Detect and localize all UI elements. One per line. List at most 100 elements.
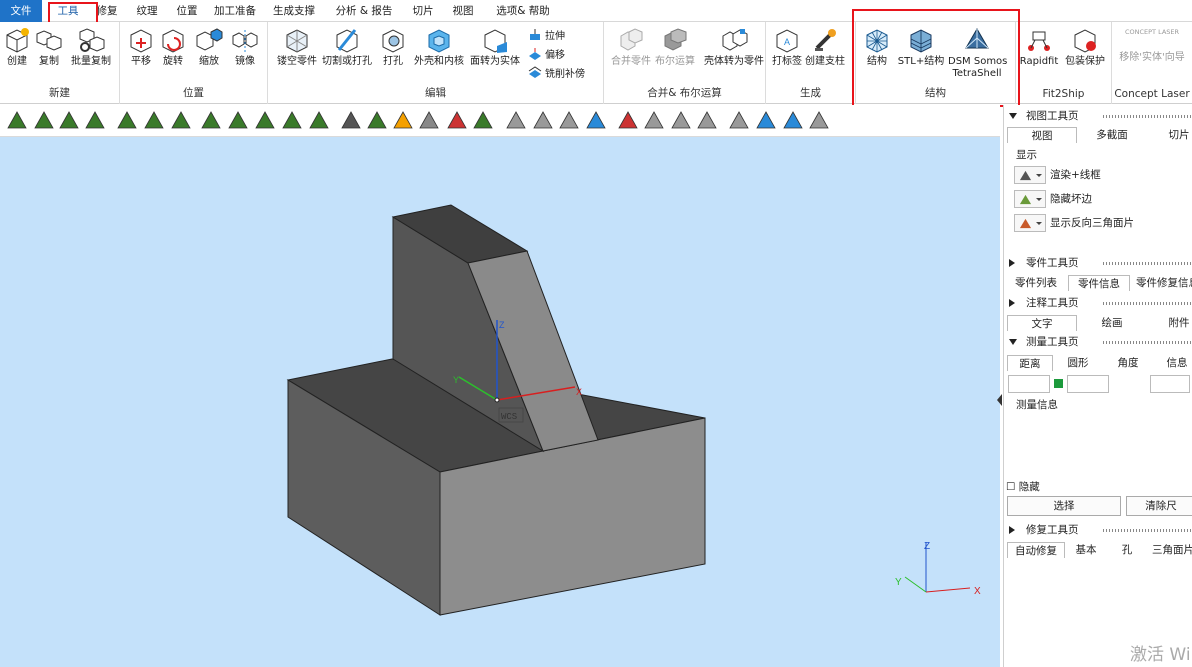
tab-drawing[interactable]: 绘画 bbox=[1084, 315, 1140, 331]
snap-icon[interactable] bbox=[1054, 379, 1063, 388]
hollow-part-button[interactable]: 镂空零件 bbox=[270, 26, 324, 68]
point-dropdown-1[interactable] bbox=[1008, 375, 1050, 393]
cube-top-icon[interactable] bbox=[366, 109, 388, 131]
scene: Z X Y WCS Z X Y bbox=[286, 204, 981, 616]
blue-arrow-icon[interactable] bbox=[782, 109, 804, 131]
measure-tabs: 距离 圆形 角度 信息 bbox=[1004, 355, 1192, 371]
batch-copy-button[interactable]: 批量复制 bbox=[64, 26, 118, 68]
tab-text[interactable]: 文字 bbox=[1007, 315, 1077, 331]
menu-texture[interactable]: 纹理 bbox=[132, 0, 162, 22]
edge-select-icon[interactable] bbox=[58, 109, 80, 131]
view-tabs: 视图 多截面 切片 bbox=[1004, 127, 1192, 143]
menu-slice[interactable]: 切片 bbox=[408, 0, 438, 22]
create-support-button[interactable]: 创建支柱 bbox=[798, 26, 852, 68]
menu-repair[interactable]: 修复 bbox=[92, 0, 122, 22]
face-to-solid-button[interactable]: 面转为实体 bbox=[468, 26, 522, 68]
concept-laser-logo: CONCEPT LASER bbox=[1124, 28, 1180, 36]
shell-select-icon[interactable] bbox=[505, 109, 527, 131]
tab-angle[interactable]: 角度 bbox=[1110, 355, 1146, 371]
view-toolbar-header[interactable]: 视图工具页 bbox=[1004, 108, 1192, 124]
measure-axis-dropdown[interactable] bbox=[1150, 375, 1190, 393]
menu-analysis[interactable]: 分析 & 报告 bbox=[334, 0, 394, 22]
menu-support[interactable]: 生成支撑 bbox=[268, 0, 320, 22]
menu-position[interactable]: 位置 bbox=[170, 0, 204, 22]
flood-select-icon[interactable] bbox=[254, 109, 276, 131]
remove-solid-wizard-button[interactable]: 移除'实体'向导 bbox=[1114, 50, 1190, 64]
tab-info[interactable]: 信息 bbox=[1160, 355, 1192, 371]
cube-side-icon[interactable] bbox=[472, 109, 494, 131]
repair-toolbar-header[interactable]: 修复工具页 bbox=[1004, 522, 1192, 538]
render-mode-dropdown[interactable] bbox=[1014, 166, 1046, 184]
mill-patch-button[interactable]: 铣削补傍 bbox=[528, 66, 585, 84]
menu-machining[interactable]: 加工准备 bbox=[212, 0, 258, 22]
tab-part-info[interactable]: 零件信息 bbox=[1068, 275, 1130, 291]
shell-blue-icon[interactable] bbox=[585, 109, 607, 131]
tab-basic[interactable]: 基本 bbox=[1068, 542, 1104, 558]
surface-select-icon[interactable] bbox=[84, 109, 106, 131]
hide-checkbox[interactable]: ☐ 隐藏 bbox=[1006, 479, 1040, 494]
stl-structure-button[interactable]: STL+结构 bbox=[894, 26, 948, 68]
stl-structure-icon bbox=[910, 29, 932, 53]
tab-slice[interactable]: 切片 bbox=[1164, 127, 1192, 143]
delete-select-icon[interactable] bbox=[617, 109, 639, 131]
3d-viewport[interactable]: Z X Y WCS Z X Y bbox=[0, 137, 1000, 667]
tab-attachment[interactable]: 附件 bbox=[1164, 315, 1192, 331]
tool-panel: 视图工具页 视图 多截面 切片 显示 渲染+线框 隐藏坏边 显示反向三角面片 零… bbox=[1003, 105, 1192, 667]
boolean-button[interactable]: 布尔运算 bbox=[648, 26, 702, 68]
annotation-toolbar-header[interactable]: 注释工具页 bbox=[1004, 295, 1192, 311]
offset-button[interactable]: 偏移 bbox=[528, 47, 565, 65]
cube-red-icon[interactable] bbox=[446, 109, 468, 131]
point-dropdown-2[interactable] bbox=[1067, 375, 1109, 393]
shell-core-button[interactable]: 外壳和内核 bbox=[412, 26, 466, 68]
triad-x-axis bbox=[925, 587, 971, 593]
measure-toolbar-header[interactable]: 测量工具页 bbox=[1004, 334, 1192, 350]
tab-multi-section[interactable]: 多截面 bbox=[1084, 127, 1140, 143]
shell-to-part-button[interactable]: 壳体转为零件 bbox=[704, 26, 764, 68]
extrude-button[interactable]: 拉伸 bbox=[528, 28, 565, 46]
mirror-button[interactable]: 镜像 bbox=[218, 26, 272, 68]
tab-part-list[interactable]: 零件列表 bbox=[1012, 275, 1060, 291]
tab-auto-repair[interactable]: 自动修复 bbox=[1007, 542, 1065, 558]
fan-select-icon[interactable] bbox=[308, 109, 330, 131]
swap-select-icon[interactable] bbox=[755, 109, 777, 131]
face-select-icon[interactable] bbox=[33, 109, 55, 131]
tab-triangles[interactable]: 三角面片 bbox=[1152, 542, 1192, 558]
tab-hole[interactable]: 孔 bbox=[1112, 542, 1142, 558]
box-select-icon[interactable] bbox=[116, 109, 138, 131]
tab-part-repair-info[interactable]: 零件修复信息 bbox=[1136, 275, 1192, 291]
shell-expand-icon[interactable] bbox=[558, 109, 580, 131]
dsm-somos-tetrashell-button[interactable]: DSM Somos TetraShell bbox=[948, 26, 1007, 80]
cube-front-icon[interactable] bbox=[392, 109, 414, 131]
arrow-select-icon[interactable] bbox=[728, 109, 750, 131]
select-button[interactable]: 选择 bbox=[1007, 496, 1121, 516]
slash-select-icon[interactable] bbox=[808, 109, 830, 131]
radial-select-icon[interactable] bbox=[281, 109, 303, 131]
bad-edges-dropdown[interactable] bbox=[1014, 190, 1046, 208]
pack-protect-button[interactable]: 包装保护 bbox=[1058, 26, 1112, 68]
annotation-tabs: 文字 绘画 附件 bbox=[1004, 315, 1192, 331]
tab-view[interactable]: 视图 bbox=[1007, 127, 1077, 143]
loop-select-icon[interactable] bbox=[143, 109, 165, 131]
brush-select-icon[interactable] bbox=[227, 109, 249, 131]
curve-select-icon[interactable] bbox=[170, 109, 192, 131]
shell-gray3-icon[interactable] bbox=[696, 109, 718, 131]
clear-button[interactable]: 清除尺 bbox=[1126, 496, 1192, 516]
shell-gray2-icon[interactable] bbox=[670, 109, 692, 131]
panel-collapse-arrow-icon[interactable] bbox=[997, 394, 1002, 406]
shell-invert-icon[interactable] bbox=[532, 109, 554, 131]
menu-file[interactable]: 文件 bbox=[0, 0, 42, 22]
tab-distance[interactable]: 距离 bbox=[1007, 355, 1053, 371]
cube-view-icon[interactable] bbox=[340, 109, 362, 131]
wcs-z-label: Z bbox=[499, 320, 505, 330]
shell-gray-icon[interactable] bbox=[643, 109, 665, 131]
part-toolbar-header[interactable]: 零件工具页 bbox=[1004, 255, 1192, 271]
reversed-triangles-dropdown[interactable] bbox=[1014, 214, 1046, 232]
menu-options-help[interactable]: 选项& 帮助 bbox=[492, 0, 554, 22]
area-select-icon[interactable] bbox=[200, 109, 222, 131]
tri-select-icon[interactable] bbox=[6, 109, 28, 131]
menu-view[interactable]: 视图 bbox=[448, 0, 478, 22]
tab-circle[interactable]: 圆形 bbox=[1060, 355, 1096, 371]
cube-gray-icon[interactable] bbox=[418, 109, 440, 131]
menu-tools[interactable]: 工具 bbox=[50, 0, 86, 22]
tetrashell-icon bbox=[965, 28, 989, 49]
